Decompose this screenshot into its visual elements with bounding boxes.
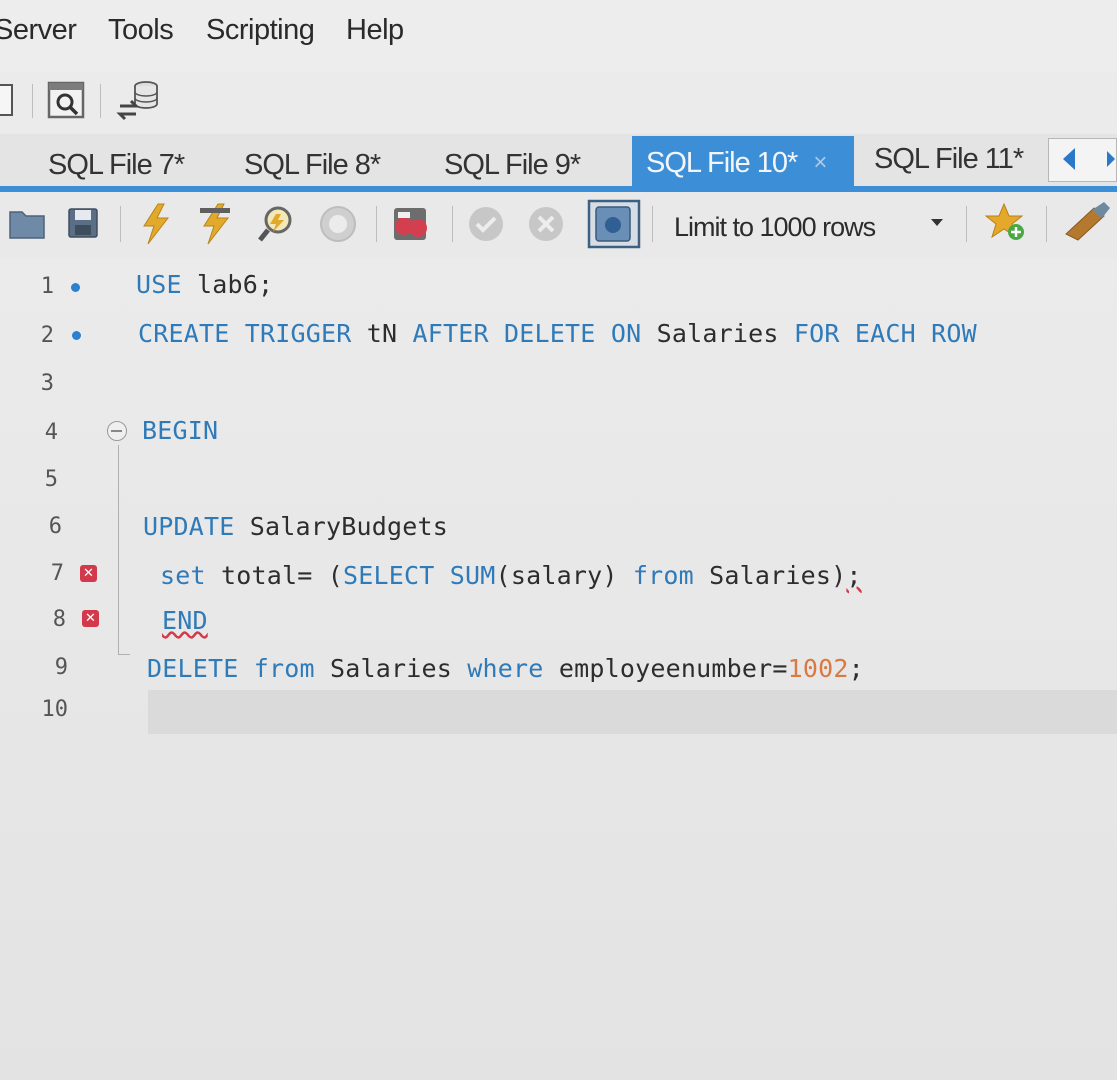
code-line-2: CREATE TRIGGER tN AFTER DELETE ON Salari… [138, 319, 977, 348]
panel-icon[interactable] [0, 82, 16, 118]
stop-icon[interactable] [318, 204, 358, 244]
sql-keyword: set [160, 561, 206, 590]
tab-sql-file-8[interactable]: SQL File 8* [230, 140, 426, 190]
sql-keyword: SELECT [343, 561, 435, 590]
sql-text: (salary) [495, 561, 633, 590]
toolbar-separator [100, 84, 101, 118]
line-number: 8 [52, 607, 66, 632]
tab-label: SQL File 10* [646, 146, 798, 179]
menu-bar: Server Tools Scripting Help [0, 0, 1117, 72]
tab-sql-file-10[interactable]: SQL File 10* × [632, 136, 854, 190]
line-number: 3 [40, 371, 54, 396]
open-folder-icon[interactable] [8, 206, 48, 242]
sql-keyword: from [632, 561, 694, 590]
menu-help[interactable]: Help [346, 14, 404, 47]
toolbar-separator [120, 206, 121, 242]
sql-keyword: FOR EACH ROW [793, 319, 977, 348]
autocommit-icon[interactable] [586, 198, 642, 250]
current-line-highlight [148, 690, 1117, 734]
limit-rows-label: Limit to 1000 rows [674, 211, 876, 242]
sql-text: ; [848, 654, 864, 683]
save-icon[interactable] [66, 206, 102, 242]
sql-identifier: Salaries [314, 654, 468, 683]
sql-keyword: USE [136, 270, 182, 299]
sql-text: lab6; [181, 270, 274, 299]
favorite-add-icon[interactable] [984, 200, 1030, 246]
toolbar-separator [1046, 206, 1047, 242]
code-line-9: DELETE from Salaries where employeenumbe… [147, 654, 864, 683]
sql-text: total= ( [205, 561, 344, 590]
sql-text: employeenumber= [543, 654, 788, 683]
execute-current-icon[interactable] [196, 202, 236, 246]
toolbar-separator [966, 206, 967, 242]
execute-icon[interactable] [136, 202, 176, 246]
mysql-workbench-window: Server Tools Scripting Help SQL File 7* [0, 0, 1117, 1080]
toolbar-separator [32, 84, 33, 118]
sql-identifier: Salaries [641, 319, 794, 348]
toggle-error-icon[interactable] [390, 204, 434, 244]
close-icon[interactable]: × [813, 149, 827, 177]
menu-tools[interactable]: Tools [108, 14, 174, 47]
code-line-6: UPDATE SalaryBudgets [143, 512, 448, 541]
line-number: 10 [41, 697, 69, 722]
tab-sql-file-7[interactable]: SQL File 7* [34, 140, 224, 190]
tab-sql-file-9[interactable]: SQL File 9* [430, 140, 626, 190]
sql-number: 1002 [787, 654, 849, 683]
chevron-down-icon[interactable] [931, 219, 943, 226]
line-number: 1 [40, 274, 54, 299]
scroll-left-icon[interactable] [1063, 148, 1075, 170]
line-number: 4 [44, 420, 58, 445]
line-number: 5 [44, 467, 58, 492]
sql-identifier: SalaryBudgets [234, 512, 449, 541]
beautify-icon[interactable] [1060, 200, 1117, 246]
tab-scroll-buttons [1048, 138, 1117, 182]
tab-strip: SQL File 7* SQL File 8* SQL File 9* SQL … [0, 134, 1117, 192]
code-line-1: USE lab6; [136, 270, 273, 299]
tab-sql-file-11[interactable]: SQL File 11* [860, 134, 1046, 184]
toolbar-separator [452, 206, 453, 242]
explain-icon[interactable] [256, 202, 302, 246]
db-sync-icon[interactable] [114, 76, 164, 126]
sql-keyword: SUM [434, 561, 496, 590]
tab-label: SQL File 7* [48, 148, 185, 181]
commit-icon[interactable] [466, 204, 506, 244]
menu-scripting[interactable]: Scripting [206, 14, 315, 47]
error-icon[interactable]: ✕ [80, 565, 97, 582]
sql-identifier: tN [351, 319, 413, 348]
sql-error-token: ; [846, 561, 862, 590]
code-line-7: set total= (SELECT SUM(salary) from Sala… [160, 561, 862, 590]
tab-label: SQL File 9* [444, 148, 581, 181]
sql-keyword: AFTER DELETE ON [412, 319, 642, 348]
limit-rows-select[interactable]: Limit to 1000 rows [674, 205, 960, 249]
statement-marker [71, 283, 80, 292]
sql-keyword: BEGIN [142, 416, 219, 445]
menu-server[interactable]: Server [0, 14, 77, 47]
statement-marker [72, 331, 81, 340]
toolbar-separator [652, 206, 653, 242]
line-number: 9 [54, 655, 68, 680]
tab-label: SQL File 11* [874, 142, 1024, 175]
code-line-8: END [162, 606, 208, 635]
sql-keyword: END [162, 606, 208, 635]
line-number: 7 [50, 561, 64, 586]
fold-toggle-icon[interactable] [107, 421, 127, 441]
toolbar-separator [376, 206, 377, 242]
main-toolbar [0, 72, 1117, 134]
line-number: 2 [40, 323, 54, 348]
rollback-icon[interactable] [526, 204, 566, 244]
line-number: 6 [48, 514, 62, 539]
sql-keyword: where [467, 654, 544, 683]
fold-guide [118, 445, 119, 655]
code-line-4: BEGIN [142, 416, 218, 445]
sql-keyword: UPDATE [143, 512, 235, 541]
sql-keyword: CREATE TRIGGER [138, 319, 352, 348]
scroll-right-icon[interactable] [1107, 151, 1115, 167]
fold-guide-end [118, 654, 130, 655]
tab-label: SQL File 8* [244, 148, 381, 181]
inspector-icon[interactable] [46, 80, 88, 122]
sql-keyword: DELETE [147, 654, 239, 683]
sql-keyword: from [238, 654, 315, 683]
sql-text: Salaries) [693, 561, 847, 590]
error-icon[interactable]: ✕ [82, 610, 99, 627]
